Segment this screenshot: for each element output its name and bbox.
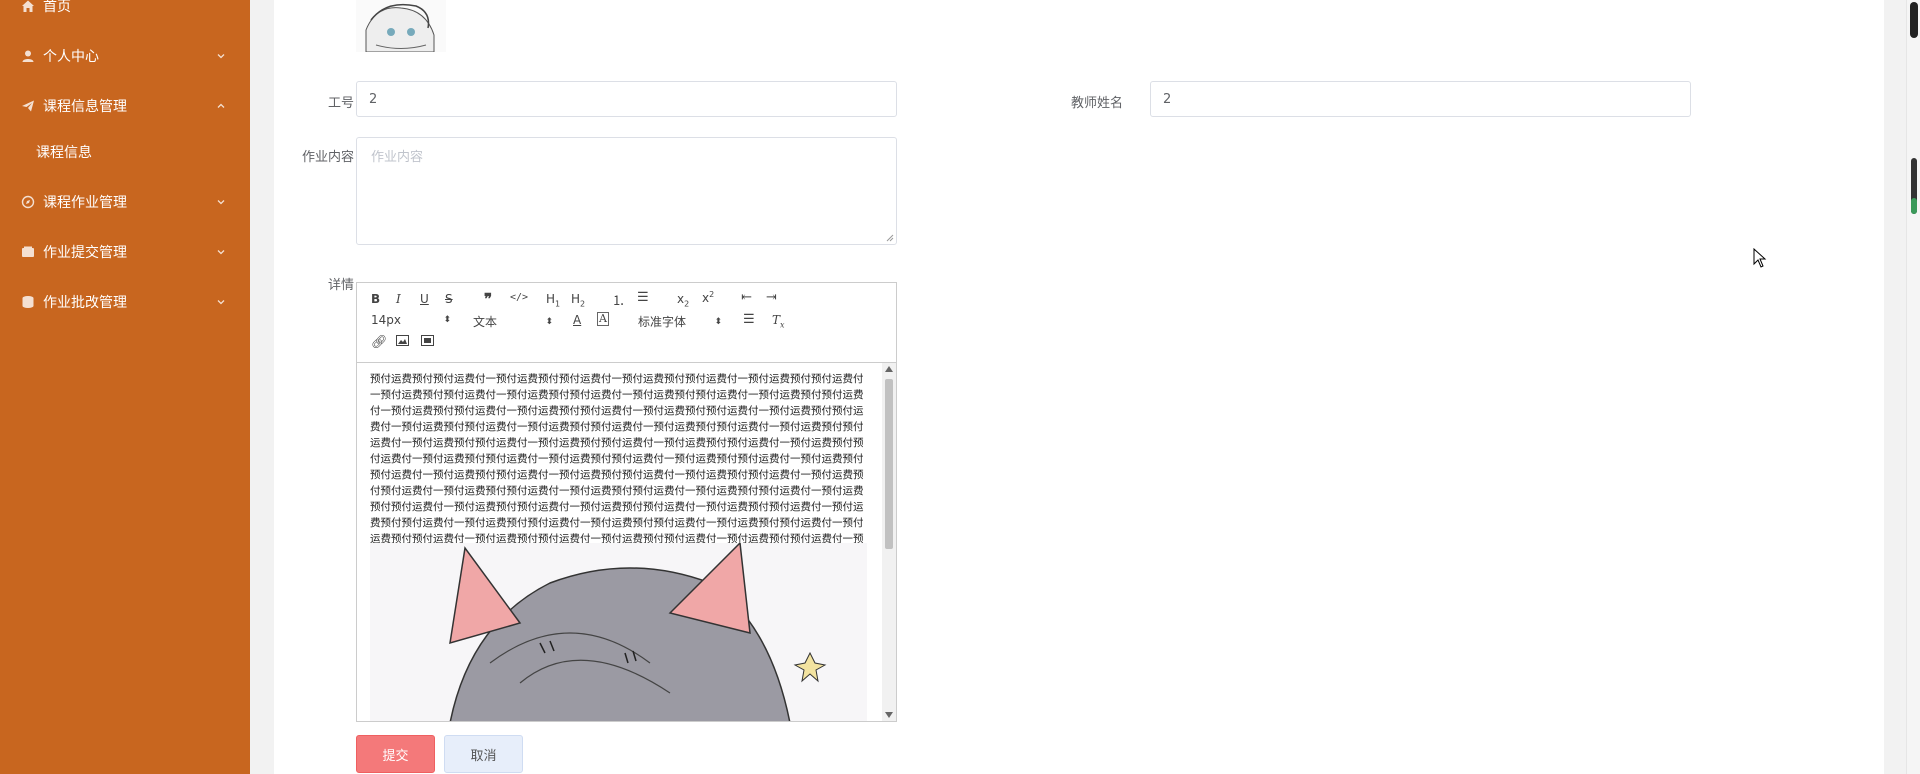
sidebar-subitem-label: 课程信息 — [36, 145, 92, 161]
sidebar-item-label: 课程信息管理 — [43, 99, 127, 115]
superscript-icon[interactable]: x2 — [702, 290, 714, 305]
avatar-image — [356, 0, 446, 52]
database-icon — [21, 295, 35, 309]
sidebar-item-course-homework-management[interactable]: 课程作业管理 — [0, 182, 250, 222]
sidebar-item-personal-center[interactable]: 个人中心 — [0, 36, 250, 76]
video-icon[interactable] — [421, 335, 434, 349]
bullet-list-icon[interactable]: ☰ — [637, 290, 649, 305]
sidebar-item-label: 首页 — [43, 0, 71, 15]
teacher-name-label: 教师姓名 — [1070, 96, 1123, 111]
sidebar-item-course-info-management[interactable]: 课程信息管理 — [0, 86, 250, 126]
chevron-up-icon — [217, 103, 225, 108]
clear-format-icon[interactable]: Tx — [772, 313, 785, 329]
sidebar-item-homework-submission-management[interactable]: 作业提交管理 — [0, 232, 250, 272]
sidebar-item-label: 个人中心 — [43, 49, 99, 65]
sidebar-subitem-course-info[interactable]: 课程信息 — [0, 132, 250, 172]
editor-content-text: 预付运费预付预付运费付一预付运费预付预付运费付一预付运费预付预付运费付一预付运费… — [370, 373, 864, 543]
background-color-icon[interactable]: A — [597, 312, 609, 326]
mouse-cursor-icon — [1753, 248, 1767, 268]
resize-handle-icon[interactable] — [886, 234, 894, 242]
editor-content-image — [370, 543, 867, 721]
select-caret-icon: ⬍ — [443, 315, 451, 325]
page-scrollbar-top-thumb[interactable] — [1910, 2, 1918, 38]
link-icon[interactable]: 🔗︎ — [371, 335, 388, 350]
chevron-down-icon — [217, 250, 225, 255]
chevron-down-icon — [217, 54, 225, 59]
underline-icon[interactable]: U — [420, 292, 429, 306]
sidebar-item-label: 作业批改管理 — [43, 295, 127, 311]
font-size-select[interactable]: 14px ⬍ — [371, 313, 451, 327]
home-icon — [21, 0, 35, 13]
teacher-name-field[interactable]: 2 — [1150, 81, 1691, 117]
block-type-value: 文本 — [473, 315, 498, 329]
chevron-down-icon — [217, 200, 225, 205]
submit-button[interactable]: 提交 — [356, 735, 435, 773]
font-family-value: 标准字体 — [638, 315, 687, 329]
align-icon[interactable]: ☰ — [743, 312, 755, 327]
code-block-icon[interactable]: </> — [510, 292, 528, 303]
main-content: 工号 2 教师姓名 2 作业内容 作业内容 详情 B I U S ❞ </> H… — [250, 0, 1920, 774]
bold-icon[interactable]: B — [371, 292, 380, 306]
editor-body[interactable]: 预付运费预付预付运费付一预付运费预付预付运费付一预付运费预付预付运费付一预付运费… — [357, 363, 896, 721]
homework-content-textarea[interactable]: 作业内容 — [356, 137, 897, 245]
editor-scrollbar[interactable] — [882, 363, 896, 721]
page-scrollbar[interactable] — [1906, 0, 1920, 774]
block-type-select[interactable]: 文本 ⬍ — [473, 313, 553, 330]
sidebar-item-label: 作业提交管理 — [43, 245, 127, 261]
sidebar-item-home[interactable]: 首页 — [0, 0, 250, 26]
teacher-name-value: 2 — [1163, 91, 1172, 107]
blockquote-icon[interactable]: ❞ — [484, 290, 492, 308]
font-size-value: 14px — [371, 313, 401, 327]
ordered-list-icon[interactable]: ⒈ — [612, 290, 625, 309]
indent-icon[interactable]: ⇥ — [766, 290, 777, 305]
scroll-up-icon[interactable] — [885, 366, 893, 372]
scroll-down-icon[interactable] — [885, 712, 893, 718]
chevron-down-icon — [217, 300, 225, 305]
sidebar-item-label: 课程作业管理 — [43, 195, 127, 211]
detail-label: 详情 — [327, 278, 354, 293]
teacher-id-field[interactable]: 2 — [356, 81, 897, 117]
select-caret-icon: ⬍ — [545, 316, 553, 327]
header-2-icon[interactable]: H2 — [571, 292, 585, 308]
cancel-button[interactable]: 取消 — [444, 735, 523, 773]
header-1-icon[interactable]: H1 — [546, 292, 560, 308]
homework-content-placeholder: 作业内容 — [371, 150, 424, 165]
editor-toolbar: B I U S ❞ </> H1 H2 ⒈ ☰ x2 x2 ⇤ ⇥ 14px ⬍ — [357, 283, 896, 363]
rich-text-editor[interactable]: B I U S ❞ </> H1 H2 ⒈ ☰ x2 x2 ⇤ ⇥ 14px ⬍ — [356, 282, 897, 722]
teacher-id-value: 2 — [369, 91, 378, 107]
strike-icon[interactable]: S — [445, 292, 453, 306]
italic-icon[interactable]: I — [396, 292, 401, 306]
send-icon — [21, 99, 35, 113]
form-card: 工号 2 教师姓名 2 作业内容 作业内容 详情 B I U S ❞ </> H… — [274, 0, 1884, 774]
page-scrollbar-indicator — [1911, 198, 1917, 214]
compass-icon — [21, 195, 35, 209]
user-icon — [21, 49, 35, 63]
font-family-select[interactable]: 标准字体 ⬍ — [638, 313, 722, 330]
select-caret-icon: ⬍ — [714, 316, 722, 327]
teacher-id-label: 工号 — [327, 96, 354, 111]
editor-scrollbar-thumb[interactable] — [885, 379, 893, 549]
homework-content-label: 作业内容 — [301, 150, 354, 165]
font-color-icon[interactable]: A — [573, 313, 581, 327]
inbox-icon — [21, 245, 35, 259]
sidebar: 首页 个人中心 课程信息管理 课程信息 课程作业管理 作业提交管理 作业批改管理 — [0, 0, 250, 774]
image-icon[interactable] — [396, 335, 409, 349]
subscript-icon[interactable]: x2 — [677, 292, 689, 308]
sidebar-item-homework-grading-management[interactable]: 作业批改管理 — [0, 282, 250, 322]
outdent-icon[interactable]: ⇤ — [741, 290, 752, 305]
